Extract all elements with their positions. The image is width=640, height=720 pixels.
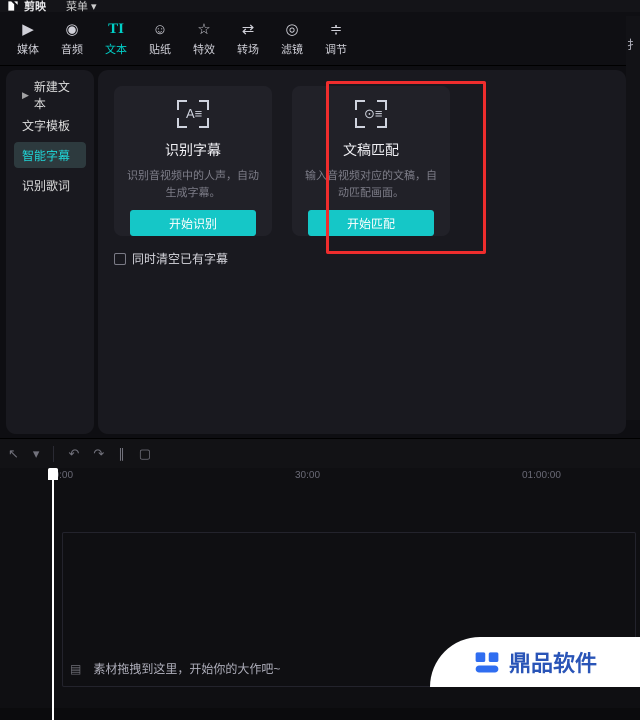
ruler-tick: 30:00 <box>295 470 320 481</box>
sticker-icon: ☺ <box>152 22 167 37</box>
text-sidebar: ▶新建文本 文字模板 智能字幕 识别歌词 <box>6 70 94 434</box>
tab-audio[interactable]: ◉音频 <box>50 16 94 65</box>
top-tabs: ▶媒体 ◉音频 TI文本 ☺贴纸 ☆特效 ⇄转场 ◎滤镜 ≑调节 <box>0 12 640 66</box>
subtitle-frame-icon: A≡ <box>177 100 209 128</box>
watermark-icon <box>473 648 501 676</box>
logo-icon <box>6 0 20 13</box>
text-icon: TI <box>108 22 124 37</box>
tutorial-highlight <box>326 81 486 254</box>
pointer-dropdown-icon[interactable]: ▾ <box>33 446 40 462</box>
delete-button[interactable]: ▢ <box>139 446 151 462</box>
sidebar-item-templates[interactable]: 文字模板 <box>14 112 86 138</box>
playhead-handle[interactable] <box>48 468 58 480</box>
chevron-down-icon: ▾ <box>91 0 97 13</box>
playhead-line <box>52 480 54 720</box>
media-placeholder-icon: ▤ <box>70 662 81 676</box>
toolbar-divider <box>53 446 54 462</box>
adjust-icon: ≑ <box>330 22 343 37</box>
filter-icon: ◎ <box>285 22 298 37</box>
checkbox-label: 同时清空已有字幕 <box>132 250 228 267</box>
card-subtitle-recognition: A≡ 识别字幕 识别音视频中的人声，自动生成字幕。 开始识别 <box>114 86 272 236</box>
effects-icon: ☆ <box>197 22 210 37</box>
timeline-toolbar: ↖ ▾ ↶ ↷ ∥ ▢ <box>0 438 640 468</box>
content-panel: A≡ 识别字幕 识别音视频中的人声，自动生成字幕。 开始识别 ⊙≡ 文稿匹配 输… <box>98 70 626 434</box>
menu-label: 菜单 <box>66 0 88 14</box>
media-icon: ▶ <box>22 22 34 37</box>
sidebar-item-smart-subtitle[interactable]: 智能字幕 <box>14 142 86 168</box>
dropzone-hint-row: ▤ 素材拖拽到这里，开始你的大作吧~ <box>70 660 280 677</box>
app-name: 剪映 <box>24 0 46 14</box>
pointer-tool[interactable]: ↖ <box>8 446 19 462</box>
tab-effects[interactable]: ☆特效 <box>182 16 226 65</box>
expand-icon: ▶ <box>22 90 29 101</box>
card-subtitle-title: 识别字幕 <box>165 140 221 160</box>
right-panel-edge[interactable]: 扌 <box>626 16 640 420</box>
transition-icon: ⇄ <box>242 22 255 37</box>
workspace: ▶新建文本 文字模板 智能字幕 识别歌词 A≡ 识别字幕 识别音视频中的人声，自… <box>0 66 640 438</box>
dropzone-hint: 素材拖拽到这里，开始你的大作吧~ <box>93 660 280 677</box>
time-ruler[interactable]: 00:00 30:00 01:00:00 <box>0 468 640 486</box>
ruler-tick: 01:00:00 <box>522 470 561 481</box>
tab-stickers[interactable]: ☺贴纸 <box>138 16 182 65</box>
start-recognize-button[interactable]: 开始识别 <box>130 210 256 236</box>
playhead[interactable] <box>48 468 58 720</box>
menu-button[interactable]: 菜单 ▾ <box>66 0 97 14</box>
audio-icon: ◉ <box>65 22 78 37</box>
tab-filters[interactable]: ◎滤镜 <box>270 16 314 65</box>
checkbox-clear-subtitles[interactable] <box>114 253 126 265</box>
watermark: 鼎品软件 <box>430 637 640 687</box>
sidebar-item-new-text[interactable]: ▶新建文本 <box>14 82 86 108</box>
title-bar: 剪映 菜单 ▾ <box>0 0 640 12</box>
tab-media[interactable]: ▶媒体 <box>6 16 50 65</box>
sidebar-item-lyrics[interactable]: 识别歌词 <box>14 172 86 198</box>
split-button[interactable]: ∥ <box>118 446 125 462</box>
tab-adjust[interactable]: ≑调节 <box>314 16 358 65</box>
watermark-text: 鼎品软件 <box>509 646 597 678</box>
card-subtitle-desc: 识别音视频中的人声，自动生成字幕。 <box>114 168 272 200</box>
redo-button[interactable]: ↷ <box>93 446 104 462</box>
undo-button[interactable]: ↶ <box>68 446 79 462</box>
app-logo: 剪映 <box>6 0 46 14</box>
tab-text[interactable]: TI文本 <box>94 16 138 65</box>
tab-transitions[interactable]: ⇄转场 <box>226 16 270 65</box>
right-panel-handle-icon: 扌 <box>627 36 639 53</box>
